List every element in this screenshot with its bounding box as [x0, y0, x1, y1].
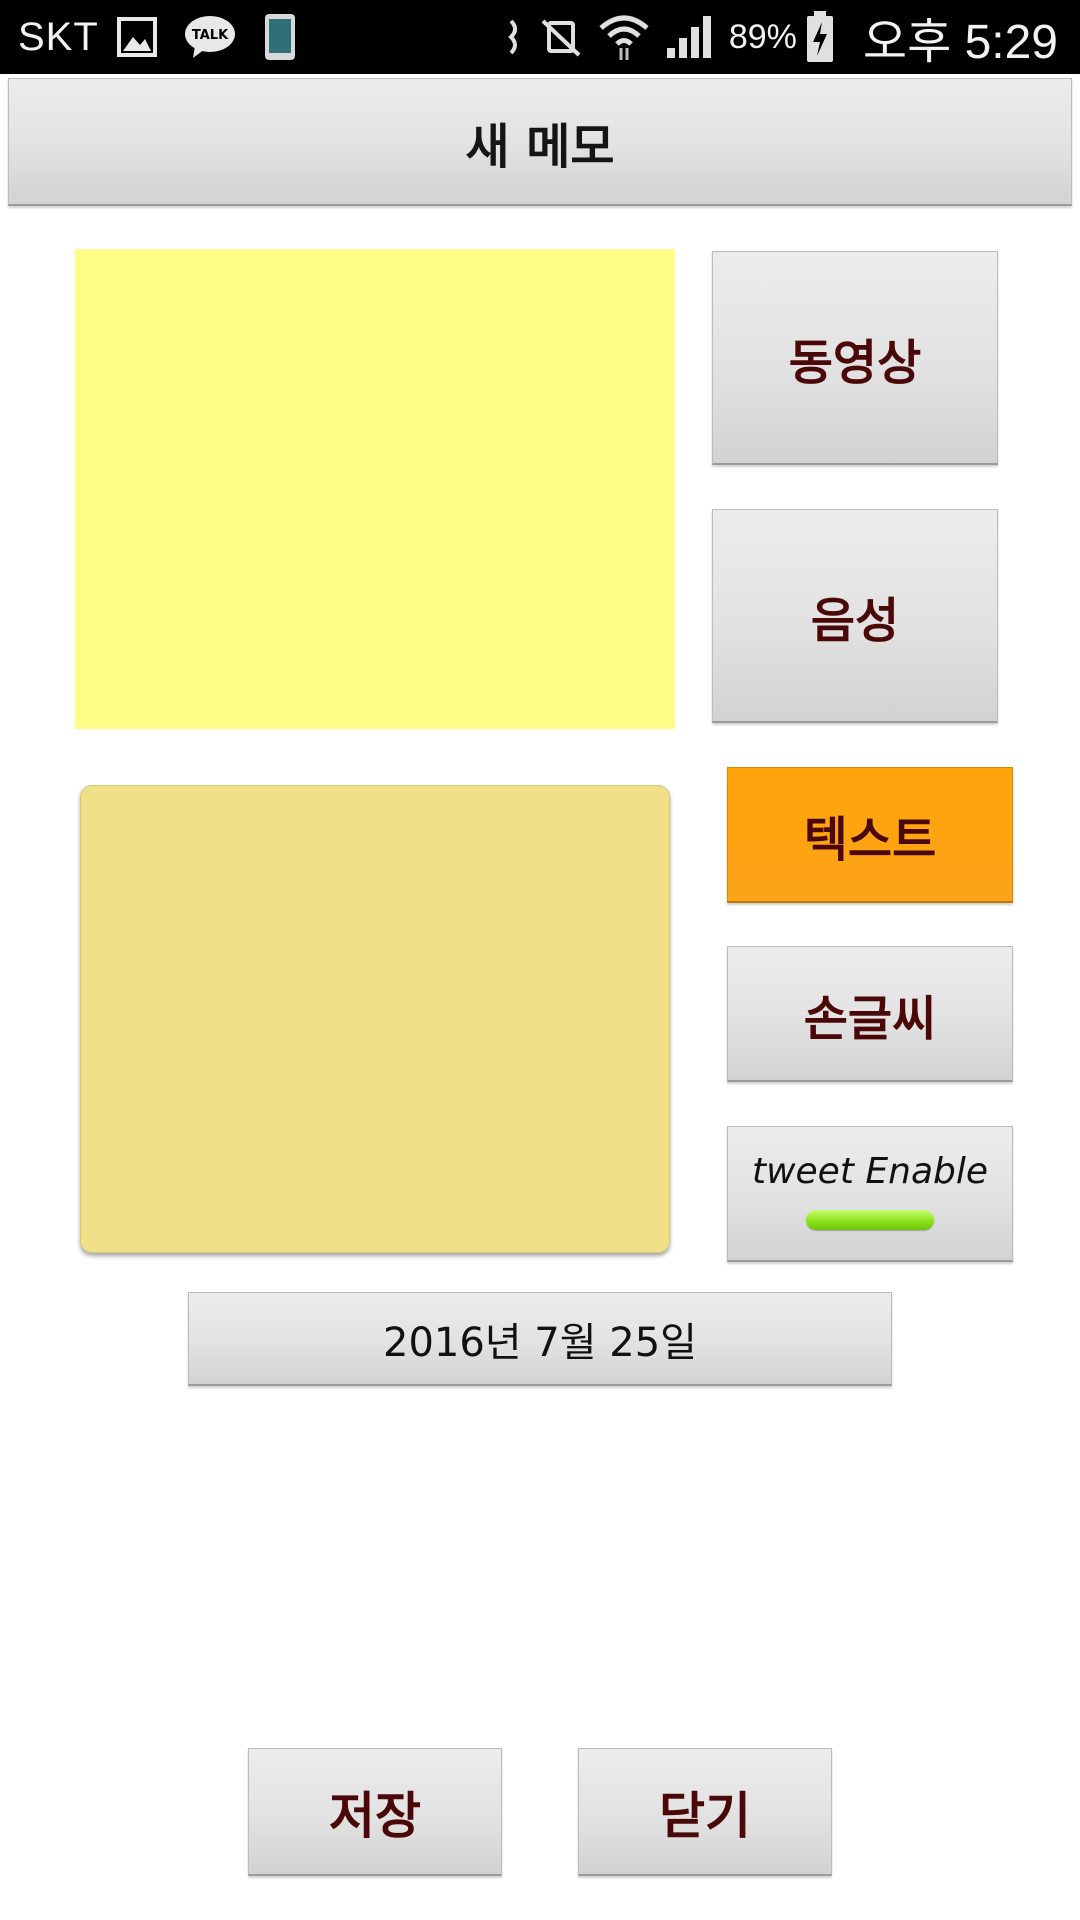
status-clock: 오후 5:29 — [862, 16, 1058, 69]
close-button[interactable]: 닫기 — [578, 1748, 832, 1876]
handwriting-button[interactable]: 손글씨 — [727, 946, 1013, 1082]
page-title: 새 메모 — [8, 78, 1072, 206]
status-bar-left: SKT TALK — [18, 0, 323, 74]
status-bar-right: 89% 오후 5:29 — [505, 0, 1058, 74]
text-button[interactable]: 텍스트 — [727, 767, 1013, 903]
date-button[interactable]: 2016년 7월 25일 — [188, 1292, 892, 1386]
video-button[interactable]: 동영상 — [712, 251, 998, 465]
gallery-icon — [116, 17, 157, 57]
nfc-icon — [508, 19, 517, 55]
status-bar: SKT TALK 89% 오후 5:29 — [0, 0, 1080, 74]
mute-icon — [541, 19, 581, 57]
battery-charging-icon — [806, 11, 833, 62]
carrier-label: SKT — [18, 14, 99, 59]
tweet-enabled-indicator — [806, 1210, 934, 1230]
signal-icon — [666, 16, 711, 58]
phone-screen-icon — [264, 14, 295, 60]
tweet-toggle-button[interactable]: tweet Enable — [727, 1126, 1013, 1262]
battery-percent: 89% — [728, 17, 797, 56]
kakaotalk-label: TALK — [192, 28, 229, 43]
kakaotalk-icon: TALK — [184, 16, 235, 58]
memo-content-area[interactable] — [80, 785, 670, 1253]
new-memo-screen: SKT TALK 89% 오후 5:29 새 메모 동영상 음성 텍스트 손글씨… — [0, 0, 1080, 1920]
voice-button[interactable]: 음성 — [712, 509, 998, 723]
photo-preview-area[interactable] — [75, 249, 675, 729]
tweet-toggle-label: tweet Enable — [751, 1151, 989, 1192]
wifi-icon — [599, 15, 649, 60]
save-button[interactable]: 저장 — [248, 1748, 502, 1876]
